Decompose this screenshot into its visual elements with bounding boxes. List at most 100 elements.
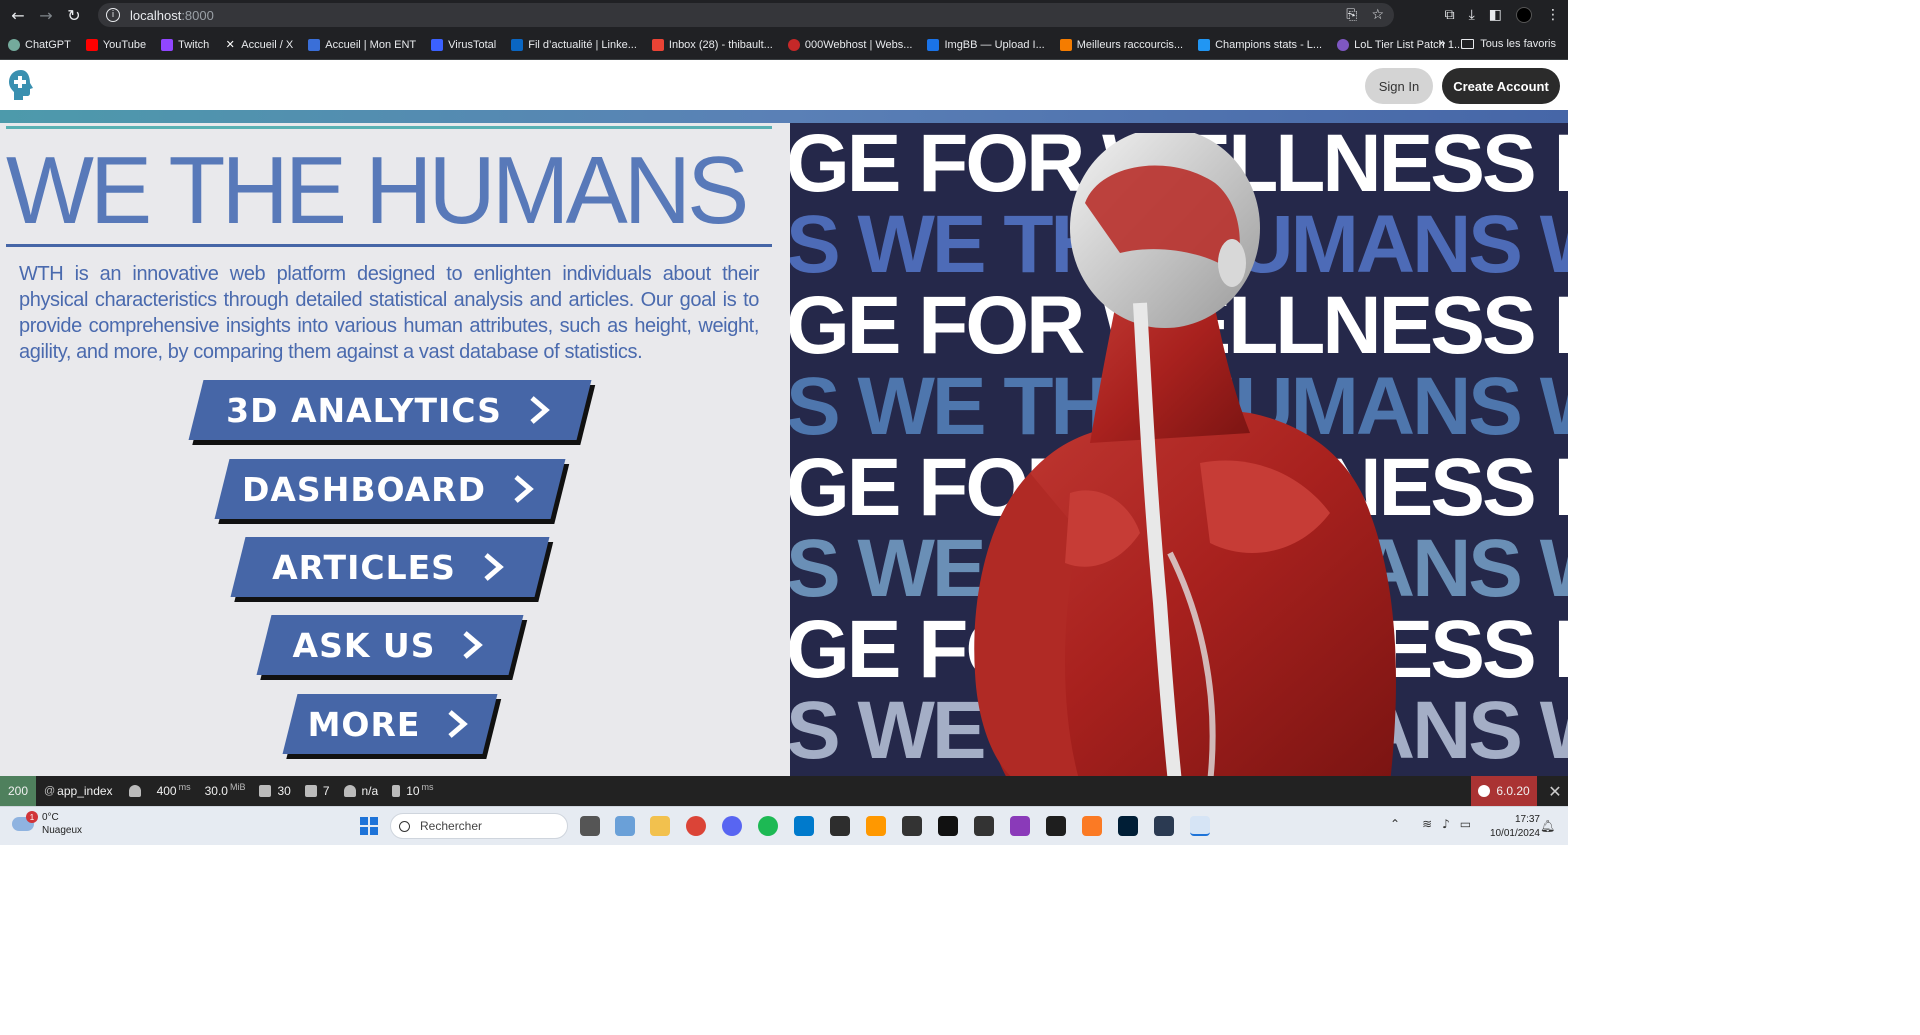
user-icon — [343, 785, 356, 797]
epic-games-icon[interactable] — [938, 816, 958, 836]
chevron-up-icon[interactable]: ⌃ — [1390, 817, 1400, 831]
x-icon: ✕ — [224, 37, 237, 51]
route-item[interactable]: @ app_index — [44, 784, 113, 798]
taskbar-search[interactable]: Rechercher — [390, 813, 568, 839]
init-unit: ms — [421, 782, 434, 792]
ghost-icon — [128, 785, 141, 797]
close-toolbar-icon[interactable]: ✕ — [1542, 776, 1568, 806]
bookmark-item[interactable]: Fil d’actualité | Linke... — [511, 38, 637, 51]
url-port: :8000 — [181, 7, 214, 23]
queries-item[interactable]: 30 — [259, 784, 291, 798]
marquee-background: GE FOR WELLNESS KN S WE THE HUMANS W GE … — [790, 123, 1568, 776]
analytics-3d-button[interactable]: 3D ANALYTICS — [188, 380, 596, 445]
translate-icon[interactable]: ⎘ — [1346, 7, 1357, 23]
cache-value: 7 — [322, 784, 330, 798]
xampp-icon[interactable] — [1082, 816, 1102, 836]
create-account-button[interactable]: Create Account — [1442, 68, 1560, 104]
memory-unit: MiB — [229, 782, 246, 792]
more-bookmarks-icon[interactable]: » — [1438, 36, 1446, 51]
photoshop-icon[interactable] — [1118, 816, 1138, 836]
clock[interactable]: 17:37 10/01/2024 — [1490, 813, 1540, 841]
bookmark-item[interactable]: Twitch — [161, 38, 209, 51]
search-icon — [399, 820, 410, 832]
snipping-tool-icon[interactable] — [1190, 816, 1210, 836]
symfony-icon — [1478, 785, 1491, 797]
init-item[interactable]: 10 ms — [392, 782, 434, 798]
bookmark-item[interactable]: ImgBB — Upload I... — [927, 38, 1045, 51]
bookmark-item[interactable]: Accueil | Mon ENT — [308, 38, 416, 51]
version-label: 6.0.20 — [1496, 784, 1530, 798]
user-value: n/a — [361, 784, 379, 798]
dashboard-button[interactable]: DASHBOARD — [214, 459, 570, 524]
profile-avatar[interactable] — [1516, 7, 1532, 23]
sign-in-button[interactable]: Sign In — [1365, 68, 1433, 104]
title-divider — [6, 244, 772, 247]
downloads-icon[interactable]: ⤓ — [1469, 7, 1475, 23]
discord-icon[interactable] — [722, 816, 742, 836]
memory-item[interactable]: 30.0 MiB — [205, 782, 246, 798]
spotify-icon[interactable] — [758, 816, 778, 836]
ask-us-button[interactable]: ASK US — [256, 615, 528, 680]
bookmark-item[interactable]: 000Webhost | Webs... — [787, 38, 912, 51]
init-value: 10 — [406, 784, 420, 798]
file-explorer-icon[interactable] — [650, 816, 670, 836]
time-unit: ms — [178, 782, 191, 792]
wifi-icon[interactable]: ≋ — [1422, 817, 1432, 831]
terminal-icon[interactable] — [1046, 816, 1066, 836]
articles-button[interactable]: ARTICLES — [230, 537, 554, 602]
user-item[interactable]: n/a — [343, 784, 379, 798]
cli-app-icon[interactable] — [1154, 816, 1174, 836]
start-button[interactable] — [360, 817, 378, 835]
task-view-icon[interactable] — [580, 816, 600, 836]
gmail-icon — [651, 38, 664, 51]
bookmark-item[interactable]: Champions stats - L... — [1198, 38, 1322, 51]
bookmark-item[interactable]: VirusTotal — [431, 38, 496, 51]
time-value: 400 — [156, 784, 177, 798]
bookmark-item[interactable]: ✕ Accueil / X — [224, 37, 294, 51]
symfony-version[interactable]: 6.0.20 — [1471, 776, 1537, 806]
address-bar[interactable]: i localhost:8000 ⎘ ☆ — [98, 3, 1394, 27]
bookmark-label: Accueil / X — [241, 38, 294, 51]
time-item[interactable]: 400 ms — [128, 782, 191, 798]
tool-app-icon[interactable] — [902, 816, 922, 836]
button-label: DASHBOARD — [242, 469, 486, 509]
forward-icon[interactable]: → — [32, 1, 60, 29]
status-badge[interactable]: 200 — [0, 776, 36, 806]
all-bookmarks[interactable]: Tous les favoris — [1461, 38, 1556, 50]
cache-icon — [304, 785, 317, 797]
bookmarks-bar: ChatGPT YouTube Twitch ✕ Accueil / X Accu… — [0, 30, 1568, 60]
battery-icon[interactable]: ▭ — [1460, 817, 1471, 831]
hero-description: WTH is an innovative web platform design… — [19, 263, 759, 363]
chrome-icon[interactable] — [686, 816, 706, 836]
notification-bell-icon[interactable]: 🔔︎ — [1540, 819, 1555, 833]
nvidia-icon[interactable] — [974, 816, 994, 836]
reload-icon[interactable]: ↻ — [60, 1, 88, 29]
menu-icon[interactable]: ⋮ — [1546, 7, 1560, 23]
bookmark-item[interactable]: Meilleurs raccourcis... — [1059, 38, 1183, 51]
more-button[interactable]: MORE — [282, 694, 502, 759]
bookmark-label: LoL Tier List Patch 1... — [1354, 38, 1464, 51]
bookmark-item[interactable]: YouTube — [85, 38, 146, 51]
volume-icon[interactable]: ♪ — [1442, 817, 1450, 831]
phpstorm-icon[interactable] — [1010, 816, 1030, 836]
side-panel-icon[interactable]: ◧ — [1489, 7, 1502, 23]
site-info-icon[interactable]: i — [106, 8, 120, 22]
sublime-icon[interactable] — [866, 816, 886, 836]
bookmark-star-icon[interactable]: ☆ — [1371, 7, 1384, 23]
game-app-icon[interactable] — [830, 816, 850, 836]
vscode-icon[interactable] — [794, 816, 814, 836]
back-icon[interactable]: ← — [4, 1, 32, 29]
arrow-icon — [392, 785, 401, 797]
page-title: WE THE HUMANS — [6, 137, 749, 244]
lol-icon — [1337, 38, 1350, 51]
anatomy-model-image — [974, 133, 1396, 776]
chevron-right-icon — [530, 396, 550, 424]
weather-widget[interactable]: 1 0°C Nuageux — [12, 811, 82, 837]
logo-head-icon[interactable] — [8, 69, 34, 101]
extensions-icon[interactable]: ⧉ — [1445, 7, 1455, 23]
bookmark-item[interactable]: ChatGPT — [8, 38, 71, 51]
hero-left-panel: WE THE HUMANS WTH is an innovative web p… — [0, 123, 778, 776]
photos-icon[interactable] — [615, 816, 635, 836]
cache-item[interactable]: 7 — [304, 784, 330, 798]
bookmark-item[interactable]: Inbox (28) - thibault... — [651, 38, 773, 51]
